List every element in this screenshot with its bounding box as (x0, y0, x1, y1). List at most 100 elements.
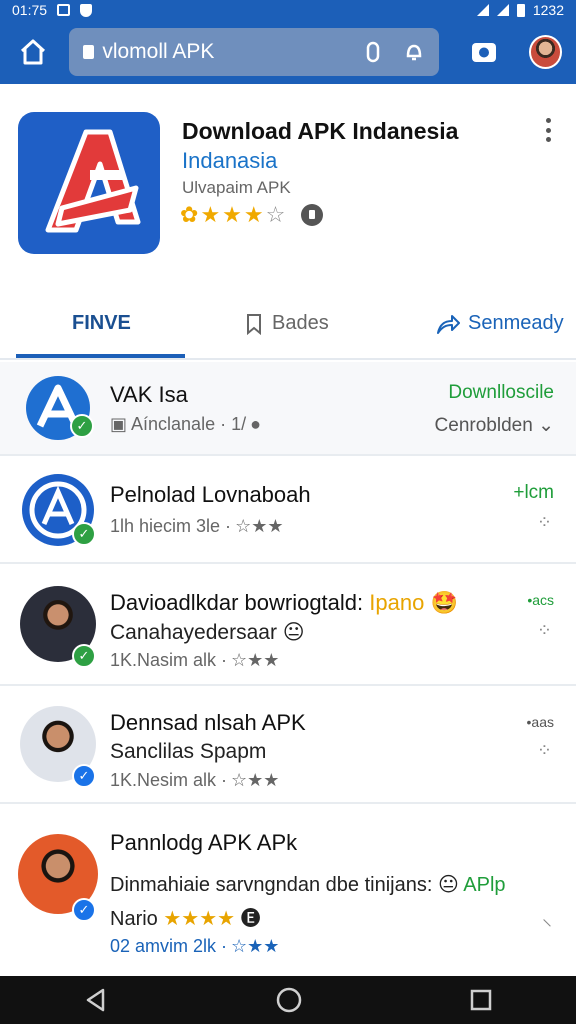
item-subtitle: Canahayedersaar 😐 (110, 620, 305, 645)
more-icon[interactable]: ⁘ (537, 620, 552, 641)
clip-icon[interactable] (365, 41, 381, 63)
tab-label: FINVE (72, 312, 131, 334)
tab-bar: FINVE Bades Senmeady (0, 290, 576, 360)
more-vert-icon[interactable] (538, 118, 558, 142)
wifi-icon (496, 4, 509, 16)
status-bar: 01:75 1232 (0, 0, 576, 20)
item-action[interactable]: •acs (527, 592, 554, 608)
item-subtitle: Dinmahiaie sarvngndan dbe tinijans: 😐 AP… (110, 872, 506, 897)
item-meta: 1K.Nesim alk · ☆★★ (110, 770, 279, 791)
verified-icon: ✓ (70, 414, 94, 438)
notification-bell-icon[interactable] (403, 41, 425, 63)
tab-label: Bades (272, 312, 329, 334)
download-link[interactable]: Downlloscile (448, 382, 554, 404)
rating-icon: ☆★★ (231, 770, 280, 790)
battery-icon (516, 3, 525, 17)
emoji-icon: 😐 (437, 874, 459, 896)
item-meta-text: 1K.Nasim alk · (110, 650, 228, 670)
verified-icon: ✓ (72, 522, 96, 546)
chevron-down-icon: ⌄ (538, 415, 554, 436)
share-icon (437, 314, 460, 334)
status-time: 01:75 (12, 2, 48, 18)
item-meta: 1K.Nasim alk · ☆★★ (110, 650, 279, 671)
list-item[interactable]: ✓ Dennsad nlsah APK Sanclilas Spapm 1K.N… (0, 686, 576, 804)
shield-icon (80, 3, 93, 17)
app-subtitle: Ulvapaim APK (182, 178, 291, 197)
recents-icon[interactable] (469, 988, 493, 1012)
secondary-action[interactable]: Cenroblden ⌄ (435, 414, 554, 437)
more-icon[interactable]: ⸜ (542, 904, 552, 931)
item-meta-text: Aínclanale · 1/ (131, 414, 247, 434)
search-input[interactable]: vlomoll APK (69, 28, 440, 76)
emoji-icon: 🤩 (430, 590, 458, 615)
item-meta-text: 1lh hiecim 3le · (110, 516, 232, 536)
item-line3: Nario ★★★★ 🅔 (110, 902, 261, 931)
list-item[interactable]: ✓ VAK Isa ▣ Aínclanale · 1/ ● Downllosci… (0, 362, 576, 456)
item-action[interactable]: •aas (527, 714, 554, 730)
tab-senmeady[interactable]: Senmeady (436, 312, 564, 335)
tab-label: Senmeady (468, 312, 564, 334)
info-icon[interactable] (301, 204, 324, 226)
battery-level: 1232 (532, 2, 564, 18)
verified-icon: ✓ (72, 644, 96, 668)
tab-indicator (16, 354, 185, 358)
rating-icon: ☆★★ (231, 936, 280, 956)
star-icon: ★ (200, 202, 221, 227)
profile-avatar[interactable] (528, 35, 562, 69)
item-line3-text: Nario (110, 908, 158, 930)
item-title: Dennsad nlsah APK (110, 710, 306, 735)
camera-icon (471, 43, 496, 62)
star-empty-icon: ☆ (265, 202, 286, 227)
rating-icon: ☆★★ (231, 650, 280, 670)
camera-button[interactable] (467, 35, 500, 69)
app-header: Download APK Indanesia Indanasia Ulvapai… (0, 90, 576, 280)
app-title: Download APK Indanesia (182, 118, 459, 144)
item-subtitle: Sanclilas Spapm (110, 740, 267, 763)
lock-icon (83, 45, 95, 59)
item-meta: 02 amvim 2lk · ☆★★ (110, 936, 279, 957)
notification-icon (57, 4, 71, 16)
signal-icon (476, 4, 489, 16)
rating-stars-icon: ★★★★ (163, 908, 236, 930)
info-icon: ● (250, 414, 261, 434)
home-nav-icon[interactable] (275, 986, 303, 1014)
top-app-bar: vlomoll APK (0, 20, 576, 84)
system-nav-bar (0, 976, 576, 1024)
award-icon: ✿ (180, 202, 199, 227)
back-icon[interactable] (83, 987, 109, 1013)
verified-icon: ✓ (72, 898, 96, 922)
star-icon: ★ (222, 202, 242, 227)
app-logo (18, 112, 160, 254)
list-item[interactable]: ✓ Pannlodg APK APk Dinmahiaie sarvngndan… (0, 804, 576, 976)
app-rating: ✿ ★ ★ ★ ☆ (180, 202, 324, 228)
item-title: VAK Isa (110, 382, 188, 407)
item-subtitle-text: Canahayedersaar (110, 621, 277, 644)
app-developer[interactable]: Indanasia (182, 148, 277, 174)
item-meta: 1lh hiecim 3le · ☆★★ (110, 516, 283, 537)
item-meta: ▣ Aínclanale · 1/ ● (110, 414, 261, 435)
item-meta-text: 02 amvim 2lk · (110, 936, 228, 956)
emoji-icon: 😐 (282, 621, 305, 644)
tab-bades[interactable]: Bades (244, 312, 329, 335)
item-action[interactable]: +lcm (513, 482, 554, 504)
home-button[interactable] (14, 33, 51, 71)
more-icon[interactable]: ⁘ (537, 512, 552, 533)
item-title-suffix: Ipano (369, 590, 425, 615)
item-title: Pelnolad Lovnaboah (110, 482, 311, 507)
home-icon (20, 39, 45, 65)
item-title: Davioadlkdar bowriogtald: Ipano 🤩 (110, 590, 458, 616)
search-value: vlomoll APK (102, 40, 215, 63)
list-item[interactable]: ✓ Davioadlkdar bowriogtald: Ipano 🤩 Cana… (0, 564, 576, 686)
secondary-action-label: Cenroblden (434, 415, 533, 436)
tab-finve[interactable]: FINVE (72, 312, 131, 335)
item-meta-text: 1K.Nesim alk · (110, 770, 228, 790)
device-icon: ▣ (110, 414, 128, 434)
verified-icon: ✓ (72, 764, 96, 788)
more-icon[interactable]: ⁘ (537, 740, 552, 761)
bookmark-icon (247, 313, 261, 335)
item-title-text: Davioadlkdar bowriogtald: (110, 590, 364, 615)
list-item[interactable]: ✓ Pelnolad Lovnaboah 1lh hiecim 3le · ☆★… (0, 456, 576, 564)
rating-icon: ☆★★ (235, 516, 284, 536)
item-subtitle-text: Dinmahiaie sarvngndan dbe tinijans: (110, 874, 433, 896)
item-subtitle-suffix: APlp (463, 874, 506, 896)
